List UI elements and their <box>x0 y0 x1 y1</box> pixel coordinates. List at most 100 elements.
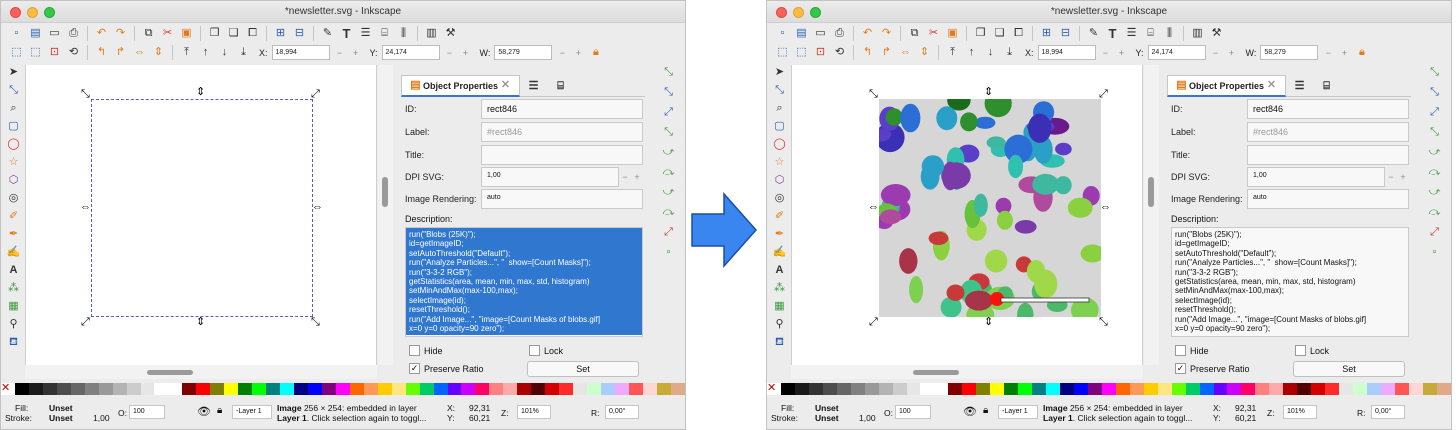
lock-layer-icon[interactable]: 🔒︎ <box>983 405 988 416</box>
new-document-icon[interactable]: ▫ <box>775 26 790 41</box>
rotate-90-cw-icon[interactable]: ↱ <box>113 45 128 60</box>
rect-tool-icon[interactable]: ▢ <box>6 119 21 134</box>
print-icon[interactable]: ⎙ <box>832 26 847 41</box>
layer-select[interactable]: -Layer 1 <box>998 405 1038 419</box>
color-swatch[interactable] <box>1311 383 1326 395</box>
color-swatch[interactable] <box>794 383 809 395</box>
rotate-90-cw-icon[interactable]: ↱ <box>879 45 894 60</box>
snap-paths-icon[interactable]: ⤻ <box>661 145 676 160</box>
drawing-canvas[interactable]: ⤡ ⇕ ⤢ ⇔ ⇔ ⤢ ⇕ ⤡ <box>25 65 377 365</box>
fill-indicator[interactable]: Unset <box>49 403 73 413</box>
no-paint-swatch[interactable]: ✕ <box>767 383 781 395</box>
horizontal-scrollbar[interactable] <box>791 365 1143 379</box>
dpi-field[interactable]: 1,00 <box>1247 167 1385 187</box>
id-field[interactable]: rect846 <box>1247 99 1409 119</box>
set-button[interactable]: Set <box>527 361 639 377</box>
color-swatch[interactable] <box>98 383 113 395</box>
text-font-icon[interactable]: T <box>339 26 354 41</box>
color-swatch[interactable] <box>140 383 155 395</box>
color-swatch[interactable] <box>210 383 225 395</box>
tab-layers[interactable]: ☰ <box>520 75 547 97</box>
color-swatch[interactable] <box>1255 383 1270 395</box>
ellipse-tool-icon[interactable]: ◯ <box>6 137 21 152</box>
save-icon[interactable]: ▭ <box>813 26 828 41</box>
spray-tool-icon[interactable]: ⁂ <box>772 281 787 296</box>
unlink-clone-icon[interactable]: ⧠ <box>245 26 260 41</box>
color-swatch[interactable] <box>252 383 267 395</box>
undo-icon[interactable]: ↶ <box>94 26 109 41</box>
color-swatch[interactable] <box>1157 383 1172 395</box>
copy-icon[interactable]: ⧉ <box>141 26 156 41</box>
color-swatch[interactable] <box>1227 383 1242 395</box>
rotate-ccw-icon[interactable]: ⟲ <box>66 45 81 60</box>
color-swatch[interactable] <box>573 383 588 395</box>
color-swatch[interactable] <box>1297 383 1312 395</box>
color-swatch[interactable] <box>182 383 197 395</box>
snap-cusp-icon[interactable]: ⤻ <box>1427 185 1442 200</box>
color-swatch[interactable] <box>1283 383 1298 395</box>
color-swatch[interactable] <box>1004 383 1019 395</box>
hide-checkbox[interactable]: Hide <box>409 345 443 356</box>
snap-center-icon[interactable]: ▫ <box>661 245 676 260</box>
snap-midpoint-icon[interactable]: ⤢ <box>1427 225 1442 240</box>
color-swatch[interactable] <box>1046 383 1061 395</box>
color-swatch[interactable] <box>587 383 601 395</box>
color-swatch[interactable] <box>531 383 546 395</box>
flip-vertical-icon[interactable]: ⇕ <box>151 45 166 60</box>
lock-layer-icon[interactable]: 🔒︎ <box>217 405 222 416</box>
gradient-tool-icon[interactable]: ▦ <box>6 299 21 314</box>
color-swatch[interactable] <box>614 383 629 395</box>
color-swatch[interactable] <box>489 383 504 395</box>
layers-icon[interactable]: ☰ <box>1124 26 1139 41</box>
hide-checkbox[interactable]: Hide <box>1175 345 1209 356</box>
tab-object-properties[interactable]: ▤ Object Properties ✕ <box>401 75 521 97</box>
label-field[interactable]: #rect846 <box>1247 122 1409 142</box>
3d-box-tool-icon[interactable]: ⬡ <box>772 173 787 188</box>
preferences-icon[interactable]: ⚒ <box>443 26 458 41</box>
snap-nodes-icon[interactable]: ⤡ <box>1427 125 1442 140</box>
ellipse-tool-icon[interactable]: ◯ <box>772 137 787 152</box>
set-button[interactable]: Set <box>1293 361 1405 377</box>
horizontal-scrollbar[interactable] <box>25 365 377 379</box>
color-swatch[interactable] <box>1185 383 1200 395</box>
calligraphy-tool-icon[interactable]: ✍ <box>6 245 21 260</box>
scale-handle-ne[interactable]: ⤢ <box>311 89 320 100</box>
paint-bucket-icon[interactable]: ⛾ <box>772 335 787 350</box>
pencil-tool-icon[interactable]: ✐ <box>772 209 787 224</box>
paste-icon[interactable]: ▣ <box>179 26 194 41</box>
tab-xml-editor[interactable]: ⌸ <box>1313 75 1340 97</box>
x-input[interactable]: 18,994 <box>271 45 330 60</box>
duplicate-icon[interactable]: ❐ <box>207 26 222 41</box>
ungroup-icon[interactable]: ⊟ <box>292 26 307 41</box>
selector-tool-icon[interactable]: ➤ <box>772 65 787 80</box>
layer-select[interactable]: -Layer 1 <box>232 405 272 419</box>
color-swatch[interactable] <box>1060 383 1074 395</box>
snap-midpoint-icon[interactable]: ⤢ <box>661 225 676 240</box>
snap-bbox-icon[interactable]: ⤡ <box>661 85 676 100</box>
snap-intersection-icon[interactable]: ⤼ <box>1427 165 1442 180</box>
snap-intersection-icon[interactable]: ⤼ <box>661 165 676 180</box>
node-tool-icon[interactable]: ⤡ <box>772 83 787 98</box>
open-document-icon[interactable]: ▤ <box>794 26 809 41</box>
deselect-icon[interactable]: ⊡ <box>47 45 62 60</box>
star-tool-icon[interactable]: ☆ <box>772 155 787 170</box>
snap-smooth-icon[interactable]: ⤼ <box>661 205 676 220</box>
select-all-layers-icon[interactable]: ⬚ <box>28 45 43 60</box>
copy-icon[interactable]: ⧉ <box>907 26 922 41</box>
vertical-scrollbar[interactable] <box>1144 65 1159 365</box>
color-swatch[interactable] <box>864 383 879 395</box>
title-field[interactable] <box>1247 145 1409 165</box>
color-swatch[interactable] <box>335 383 350 395</box>
rotate-90-ccw-icon[interactable]: ↰ <box>860 45 875 60</box>
no-paint-swatch[interactable]: ✕ <box>1 383 15 395</box>
fill-indicator[interactable]: Unset <box>815 403 839 413</box>
color-swatch[interactable] <box>28 383 43 395</box>
lock-checkbox[interactable]: Lock <box>529 345 563 356</box>
xml-editor-icon[interactable]: ⌸ <box>1143 26 1158 41</box>
selected-empty-image[interactable] <box>91 99 313 317</box>
color-swatch[interactable] <box>517 383 532 395</box>
y-input[interactable]: 24,174 <box>1147 45 1206 60</box>
ungroup-icon[interactable]: ⊟ <box>1058 26 1073 41</box>
document-properties-icon[interactable]: ▥ <box>1190 26 1205 41</box>
scale-handle-s[interactable]: ⇕ <box>196 317 205 328</box>
